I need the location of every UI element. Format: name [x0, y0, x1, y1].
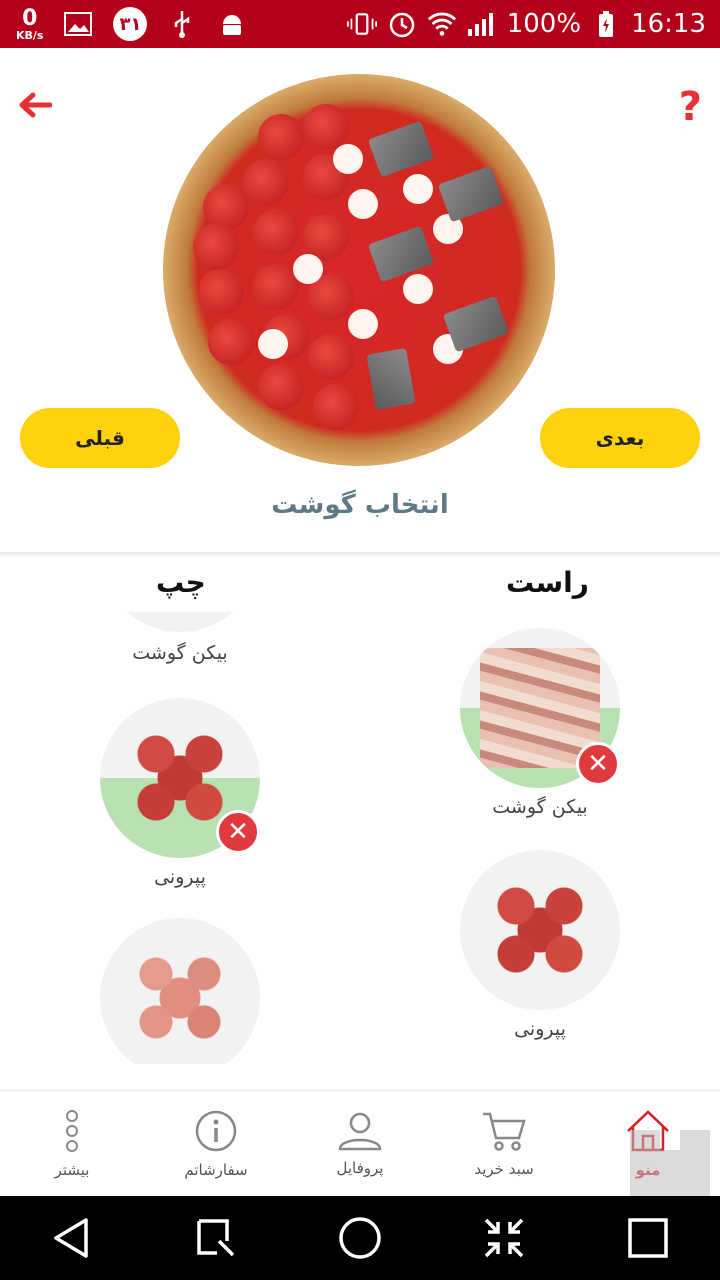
home-icon	[627, 1110, 669, 1152]
remove-right-bacon-button[interactable]: ✕	[576, 742, 620, 786]
user-icon	[338, 1112, 382, 1151]
nav-menu[interactable]: منو	[576, 1091, 720, 1197]
nav-more[interactable]: بیشتر	[0, 1091, 144, 1197]
collapse-arrows-icon	[484, 1218, 524, 1258]
net-speed-indicator: 0 KB/s	[16, 5, 44, 42]
system-navigation-bar	[0, 1196, 720, 1280]
square-recents-icon	[628, 1218, 668, 1258]
right-pepperoni-label: پپرونی	[514, 1018, 566, 1040]
bacon-image-partial	[100, 612, 260, 632]
signal-icon	[467, 9, 497, 39]
image-icon	[63, 9, 93, 39]
left-column-title: چپ	[156, 566, 206, 599]
left-item-bacon-partial[interactable]	[100, 612, 260, 634]
pizza-preview	[163, 74, 555, 466]
divider	[0, 552, 720, 558]
previous-button[interactable]: قبلی	[20, 408, 180, 468]
nav-menu-label: منو	[635, 1161, 661, 1179]
remove-left-pepperoni-button[interactable]: ✕	[216, 810, 260, 854]
nav-recents-button[interactable]	[618, 1208, 678, 1268]
right-bacon-label: بیکن گوشت	[492, 796, 588, 818]
capture-icon	[197, 1219, 235, 1257]
right-column-title: راست	[506, 566, 589, 599]
date-badge-text: ۳۱	[119, 13, 142, 35]
right-item-bacon[interactable]: ✕ بیکن گوشت	[460, 628, 620, 818]
close-icon: ✕	[587, 749, 609, 779]
nav-orders-label: سفارشاتم	[184, 1161, 248, 1179]
net-speed-value: 0	[22, 5, 38, 31]
left-item-bacon-label: بیکن گوشت	[132, 642, 228, 664]
wifi-icon	[427, 9, 457, 39]
android-debug-icon	[217, 9, 247, 39]
nav-cart-label: سبد خرید	[474, 1160, 534, 1178]
nav-collapse-button[interactable]	[474, 1208, 534, 1268]
nav-cart[interactable]: سبد خرید	[432, 1091, 576, 1197]
close-icon: ✕	[227, 817, 249, 847]
circle-home-icon	[339, 1217, 381, 1259]
nav-profile-label: پروفایل	[336, 1159, 384, 1177]
bottom-navigation: بیشتر سفارشاتم پروفایل سبد خرید منو	[0, 1090, 720, 1196]
clock: 16:13	[631, 9, 706, 39]
next-label: بعدی	[595, 426, 645, 450]
net-speed-unit: KB/s	[16, 28, 44, 42]
info-icon	[195, 1110, 237, 1152]
nav-home-button[interactable]	[330, 1208, 390, 1268]
nav-orders[interactable]: سفارشاتم	[144, 1091, 288, 1197]
battery-percent: 100%	[506, 9, 582, 39]
back-button[interactable]	[18, 90, 53, 124]
battery-charging-icon	[591, 9, 621, 39]
nav-screenshot-button[interactable]	[186, 1208, 246, 1268]
cart-icon	[483, 1112, 526, 1151]
alarm-icon	[387, 9, 417, 39]
vibrate-icon	[346, 9, 377, 39]
left-item-salami-partial[interactable]	[100, 918, 260, 1064]
left-pepperoni-label: پپرونی	[154, 866, 206, 888]
left-item-pepperoni[interactable]: ✕ پپرونی	[100, 698, 260, 888]
arrow-left-icon	[19, 92, 53, 118]
nav-more-label: بیشتر	[54, 1161, 90, 1179]
right-item-pepperoni[interactable]: پپرونی	[460, 850, 620, 1040]
previous-label: قبلی	[75, 426, 125, 450]
more-dots-icon	[66, 1110, 78, 1152]
status-bar: 0 KB/s ۳۱ 100% 16:13	[0, 0, 720, 48]
date-badge: ۳۱	[113, 7, 148, 41]
nav-profile[interactable]: پروفایل	[288, 1091, 432, 1197]
section-title: انتخاب گوشت	[271, 490, 449, 520]
triangle-back-icon	[54, 1218, 88, 1258]
usb-icon	[167, 9, 197, 39]
question-icon: ?	[678, 84, 702, 130]
salami-image	[100, 918, 260, 1064]
nav-back-button[interactable]	[42, 1208, 102, 1268]
next-button[interactable]: بعدی	[540, 408, 700, 468]
pepperoni-image	[460, 850, 620, 1010]
help-button[interactable]: ?	[679, 84, 702, 130]
